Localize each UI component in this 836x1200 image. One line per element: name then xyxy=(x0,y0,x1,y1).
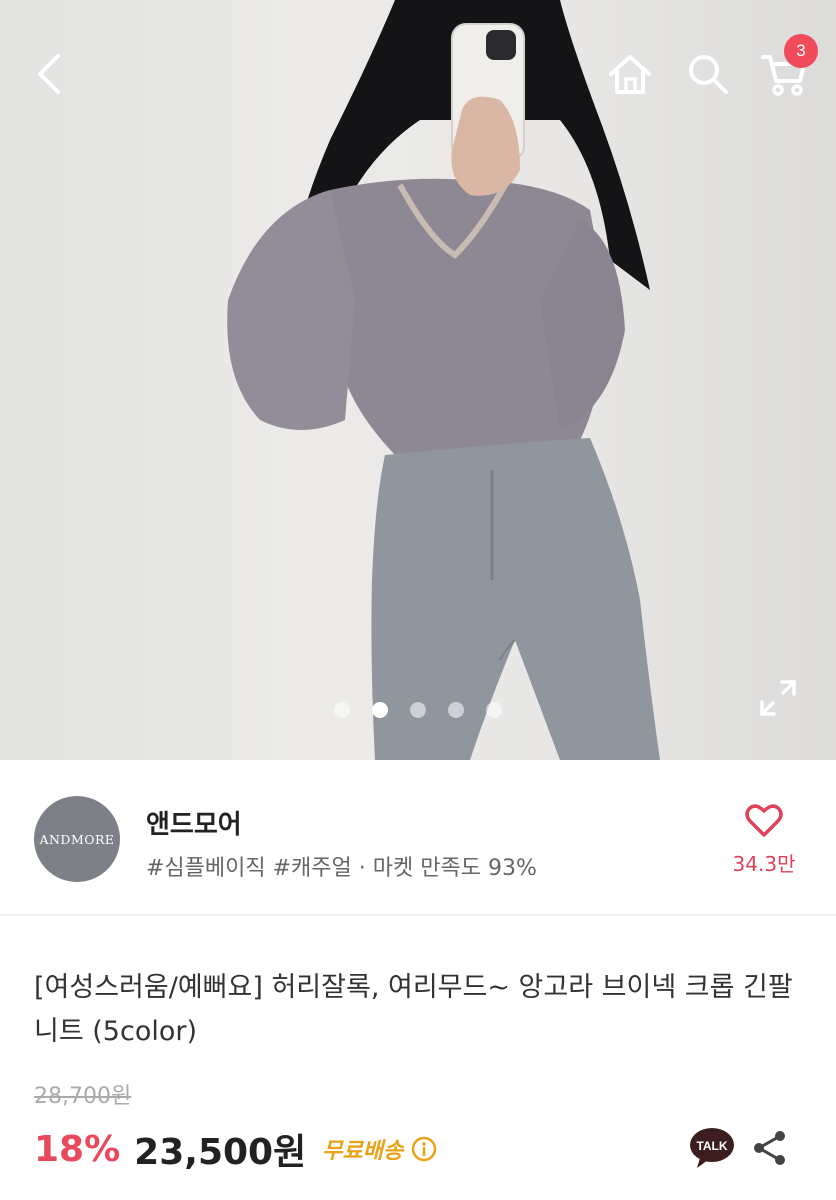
home-button[interactable] xyxy=(602,46,658,102)
heart-icon xyxy=(745,804,783,837)
free-shipping-label: 무료배송 xyxy=(322,1139,404,1164)
search-button[interactable] xyxy=(680,46,736,102)
search-icon xyxy=(689,55,728,94)
discount-rate: 18% xyxy=(34,1128,121,1170)
product-image-gallery[interactable]: 3 xyxy=(0,0,836,760)
share-button[interactable] xyxy=(750,1128,790,1168)
gallery-dot[interactable] xyxy=(448,702,464,718)
seller-name[interactable]: 앤드모어 xyxy=(146,804,242,841)
seller-logo-text: ANDMORE xyxy=(39,831,115,847)
seller-logo[interactable]: ANDMORE xyxy=(34,796,120,882)
like-button[interactable]: 34.3만 xyxy=(726,804,802,884)
gallery-dot[interactable] xyxy=(410,702,426,718)
product-title: [여성스러움/예뻐요] 허리잘록, 여리무드~ 앙고라 브이넥 크롭 긴팔니트 … xyxy=(34,972,793,1047)
expand-icon xyxy=(760,680,796,716)
kakao-talk-button[interactable]: TALK xyxy=(688,1126,736,1170)
cart-button[interactable]: 3 xyxy=(756,34,818,102)
back-button[interactable] xyxy=(22,46,78,102)
gallery-dot[interactable] xyxy=(372,702,388,718)
sale-price: 23,500원 xyxy=(134,1132,307,1173)
original-price: 28,700원 xyxy=(34,1084,132,1109)
product-photo xyxy=(227,0,660,760)
svg-text:TALK: TALK xyxy=(696,1139,727,1153)
share-icon xyxy=(754,1131,785,1165)
kakao-talk-icon: TALK xyxy=(690,1128,734,1168)
seller-section[interactable]: ANDMORE 앤드모어 #심플베이직 #캐주얼 · 마켓 만족도 93% 34… xyxy=(0,760,836,916)
expand-image-button[interactable] xyxy=(756,676,800,720)
price-row: 18% 23,500원 무료배송 xyxy=(34,1124,437,1174)
like-count: 34.3만 xyxy=(732,852,796,876)
gallery-pagination xyxy=(334,702,502,718)
info-icon[interactable] xyxy=(411,1136,437,1162)
home-icon xyxy=(609,55,651,94)
gallery-dot[interactable] xyxy=(334,702,350,718)
seller-tags: #심플베이직 #캐주얼 · 마켓 만족도 93% xyxy=(146,856,537,881)
gallery-dot[interactable] xyxy=(486,702,502,718)
cart-count-badge: 3 xyxy=(784,34,818,68)
chevron-left-icon xyxy=(38,54,60,94)
